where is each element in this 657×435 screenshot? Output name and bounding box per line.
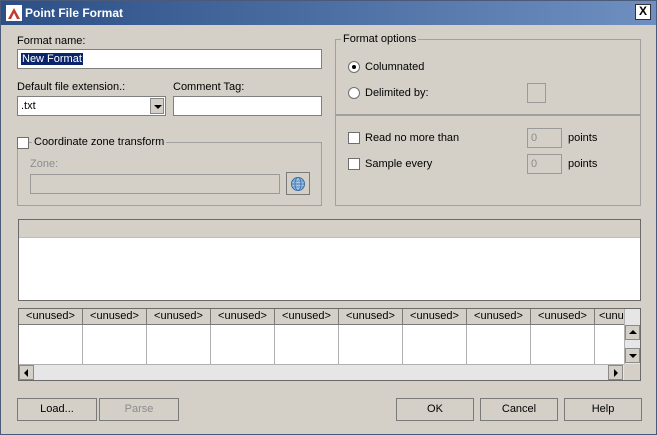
columnated-radio[interactable] [348,61,360,73]
column-grid[interactable]: <unused> <unused> <unused> <unused> <unu… [18,308,641,381]
sample-every-input[interactable]: 0 [527,154,562,174]
column-header[interactable]: <unused> [211,309,275,325]
load-button[interactable]: Load... [17,398,97,421]
zone-picker-button[interactable] [286,172,310,195]
preview-header [19,220,640,238]
grid-cell[interactable] [83,325,147,365]
column-header[interactable]: <unused> [467,309,531,325]
column-header[interactable]: <unused> [403,309,467,325]
default-extension-value: .txt [21,100,36,112]
sample-every-checkbox[interactable] [348,158,360,170]
sample-every-value: 0 [531,158,538,170]
column-header[interactable]: <unused> [531,309,595,325]
column-header[interactable]: <unused> [147,309,211,325]
vertical-scrollbar[interactable] [624,309,640,365]
read-no-more-unit: points [568,132,598,144]
delimited-label: Delimited by: [365,87,429,99]
grid-cell[interactable] [403,325,467,365]
window-title: Point File Format [25,6,124,20]
read-no-more-label: Read no more than [365,132,460,144]
read-no-more-checkbox[interactable] [348,132,360,144]
coordinate-zone-checkbox[interactable] [17,137,29,149]
scroll-left-icon[interactable] [19,365,34,380]
close-button[interactable]: X [635,4,651,20]
delimited-radio[interactable] [348,87,360,99]
format-name-value: New Format [21,53,83,65]
comment-tag-input[interactable] [173,96,322,116]
default-extension-label: Default file extension.: [17,81,126,93]
chevron-down-icon[interactable] [150,98,164,114]
globe-icon [291,177,305,191]
horizontal-scrollbar[interactable] [19,364,624,380]
comment-tag-label: Comment Tag: [173,81,245,93]
scroll-up-icon[interactable] [625,325,640,340]
cancel-button[interactable]: Cancel [480,398,558,421]
column-header[interactable]: <unused> [83,309,147,325]
grid-cell[interactable] [211,325,275,365]
grid-cell[interactable] [531,325,595,365]
help-button[interactable]: Help [564,398,642,421]
grid-cell[interactable] [147,325,211,365]
column-header[interactable]: <unused> [275,309,339,325]
scroll-down-icon[interactable] [625,348,640,363]
grid-cell[interactable] [595,325,625,365]
grid-cell[interactable] [275,325,339,365]
grid-cell[interactable] [339,325,403,365]
point-file-format-dialog: Point File Format X Format name: New For… [0,0,657,435]
format-name-label: Format name: [17,35,86,47]
column-header[interactable]: <unused> [595,309,625,325]
title-bar[interactable]: Point File Format X [1,1,656,25]
parse-button[interactable]: Parse [99,398,179,421]
sample-every-unit: points [568,158,598,170]
file-preview[interactable] [18,219,641,301]
delimiter-input[interactable] [527,83,546,103]
grid-cell[interactable] [467,325,531,365]
scrollbar-corner [624,364,640,380]
format-options-group [335,39,641,115]
zone-label: Zone: [30,158,59,170]
scroll-right-icon[interactable] [608,365,623,380]
column-header[interactable]: <unused> [19,309,83,325]
format-name-input[interactable]: New Format [17,49,322,69]
ok-button[interactable]: OK [396,398,474,421]
coordinate-zone-label: Coordinate zone transform [32,136,167,148]
columnated-label: Columnated [365,61,425,73]
read-no-more-value: 0 [531,132,538,144]
read-no-more-input[interactable]: 0 [527,128,562,148]
format-options-legend: Format options [341,33,419,45]
column-header[interactable]: <unused> [339,309,403,325]
zone-input[interactable] [30,174,280,194]
sample-every-label: Sample every [365,158,433,170]
grid-cell[interactable] [19,325,83,365]
app-icon [6,5,22,21]
close-icon: X [638,4,647,18]
default-extension-select[interactable]: .txt [17,96,166,116]
